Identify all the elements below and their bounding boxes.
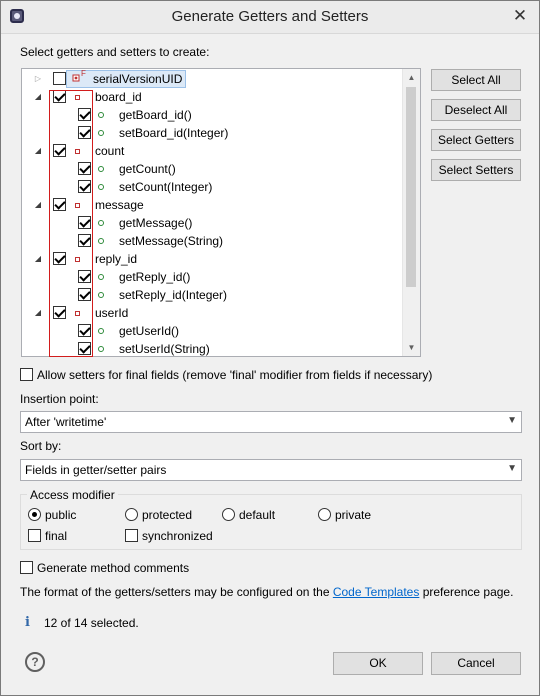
insertion-point-select[interactable]: After 'writetime' ▼ — [20, 411, 522, 433]
chevron-down-icon: ▼ — [507, 415, 517, 426]
footer-text-after: preference page. — [422, 585, 514, 599]
static-final-field-icon: F — [72, 69, 88, 85]
field-label-userid[interactable]: userId — [95, 306, 128, 320]
code-templates-link[interactable]: Code Templates — [333, 585, 420, 599]
radio-default-label[interactable]: default — [239, 508, 275, 522]
public-method-icon — [98, 166, 104, 172]
public-method-icon — [98, 346, 104, 352]
radio-public[interactable] — [28, 508, 41, 521]
highlight-annotation-frame — [49, 90, 93, 357]
field-label-count[interactable]: count — [95, 144, 124, 158]
select-getters-button[interactable]: Select Getters — [431, 129, 521, 151]
getter-label-board-id[interactable]: getBoard_id() — [119, 108, 192, 122]
final-checkbox[interactable] — [28, 529, 41, 542]
setter-label-board-id[interactable]: setBoard_id(Integer) — [119, 126, 228, 140]
footer-text: The format of the getters/setters may be… — [20, 585, 513, 599]
public-method-icon — [98, 220, 104, 226]
serialversionuid-label[interactable]: serialVersionUID — [93, 72, 182, 86]
field-label-reply-id[interactable]: reply_id — [95, 252, 137, 266]
access-modifier-group — [20, 494, 522, 550]
tree-scrollbar[interactable]: ▲ ▼ — [402, 69, 420, 356]
generate-comments-checkbox[interactable] — [20, 561, 33, 574]
collapse-triangle-icon[interactable]: ◢ — [33, 92, 43, 102]
radio-protected[interactable] — [125, 508, 138, 521]
ok-button[interactable]: OK — [333, 652, 423, 675]
scrollbar-thumb[interactable] — [406, 87, 416, 287]
public-method-icon — [98, 238, 104, 244]
public-method-icon — [98, 328, 104, 334]
insertion-point-label: Insertion point: — [20, 392, 99, 406]
setter-label-userid[interactable]: setUserId(String) — [119, 342, 210, 356]
sort-by-select[interactable]: Fields in getter/setter pairs ▼ — [20, 459, 522, 481]
deselect-all-button[interactable]: Deselect All — [431, 99, 521, 121]
public-method-icon — [98, 184, 104, 190]
close-button[interactable]: ✕ — [507, 5, 533, 27]
info-icon: i — [25, 615, 30, 630]
select-all-button[interactable]: Select All — [431, 69, 521, 91]
help-icon[interactable]: ? — [25, 652, 45, 672]
synchronized-label[interactable]: synchronized — [142, 529, 213, 543]
collapse-triangle-icon[interactable]: ◢ — [33, 254, 43, 264]
scroll-down-arrow-icon[interactable]: ▼ — [403, 339, 420, 356]
public-method-icon — [98, 130, 104, 136]
expand-triangle-icon[interactable]: ▷ — [33, 74, 43, 84]
radio-private-label[interactable]: private — [335, 508, 371, 522]
tree-heading: Select getters and setters to create: — [20, 45, 210, 59]
public-method-icon — [98, 274, 104, 280]
scroll-up-arrow-icon[interactable]: ▲ — [403, 69, 420, 86]
title-bar: Generate Getters and Setters ✕ — [1, 1, 539, 34]
getter-label-reply-id[interactable]: getReply_id() — [119, 270, 190, 284]
setter-label-reply-id[interactable]: setReply_id(Integer) — [119, 288, 227, 302]
collapse-triangle-icon[interactable]: ◢ — [33, 146, 43, 156]
selection-status: 12 of 14 selected. — [44, 616, 139, 630]
access-modifier-label: Access modifier — [27, 488, 118, 502]
sort-by-value: Fields in getter/setter pairs — [25, 463, 167, 477]
generate-comments-label[interactable]: Generate method comments — [37, 561, 189, 575]
dialog-window: Generate Getters and Setters ✕ Select ge… — [0, 0, 540, 696]
public-method-icon — [98, 292, 104, 298]
setter-label-count[interactable]: setCount(Integer) — [119, 180, 212, 194]
getter-label-userid[interactable]: getUserId() — [119, 324, 179, 338]
radio-private[interactable] — [318, 508, 331, 521]
getter-label-count[interactable]: getCount() — [119, 162, 176, 176]
radio-public-label[interactable]: public — [45, 508, 76, 522]
field-label-message[interactable]: message — [95, 198, 144, 212]
radio-protected-label[interactable]: protected — [142, 508, 192, 522]
collapse-triangle-icon[interactable]: ◢ — [33, 308, 43, 318]
select-setters-button[interactable]: Select Setters — [431, 159, 521, 181]
synchronized-checkbox[interactable] — [125, 529, 138, 542]
public-method-icon — [98, 112, 104, 118]
getter-label-message[interactable]: getMessage() — [119, 216, 192, 230]
cancel-button[interactable]: Cancel — [431, 652, 521, 675]
collapse-triangle-icon[interactable]: ◢ — [33, 200, 43, 210]
window-title: Generate Getters and Setters — [171, 8, 369, 25]
allow-final-setters-label[interactable]: Allow setters for final fields (remove '… — [37, 368, 432, 382]
allow-final-setters-checkbox[interactable] — [20, 368, 33, 381]
final-label[interactable]: final — [45, 529, 67, 543]
serialversionuid-checkbox[interactable] — [53, 72, 66, 85]
setter-label-message[interactable]: setMessage(String) — [119, 234, 223, 248]
field-label-board-id[interactable]: board_id — [95, 90, 142, 104]
radio-default[interactable] — [222, 508, 235, 521]
footer-text-before: The format of the getters/setters may be… — [20, 585, 330, 599]
insertion-point-value: After 'writetime' — [25, 415, 107, 429]
chevron-down-icon: ▼ — [507, 463, 517, 474]
sort-by-label: Sort by: — [20, 439, 62, 453]
